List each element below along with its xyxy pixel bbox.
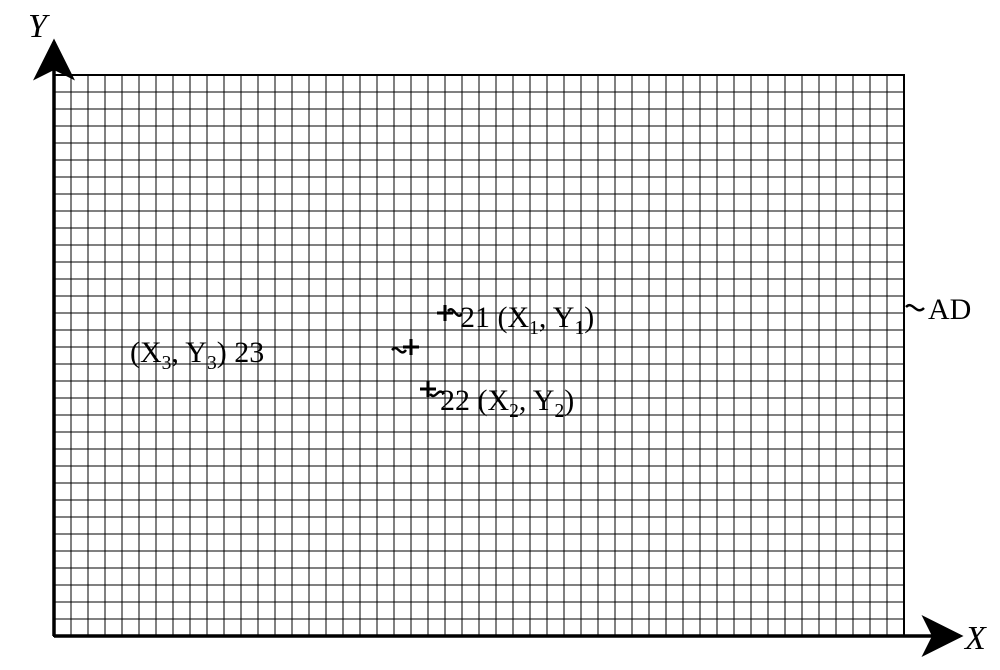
diagram-canvas: Y X AD 21 (X1, Y1) (X3, Y3) 23 22 (X2, Y… — [0, 0, 1000, 670]
point-22-marker-real — [420, 381, 436, 397]
leader-22 — [430, 392, 444, 396]
diagram-svg — [0, 0, 1000, 670]
point-21-marker — [437, 305, 453, 321]
point-23-marker — [403, 339, 419, 355]
grid — [54, 75, 904, 636]
leader-ad — [906, 305, 924, 310]
